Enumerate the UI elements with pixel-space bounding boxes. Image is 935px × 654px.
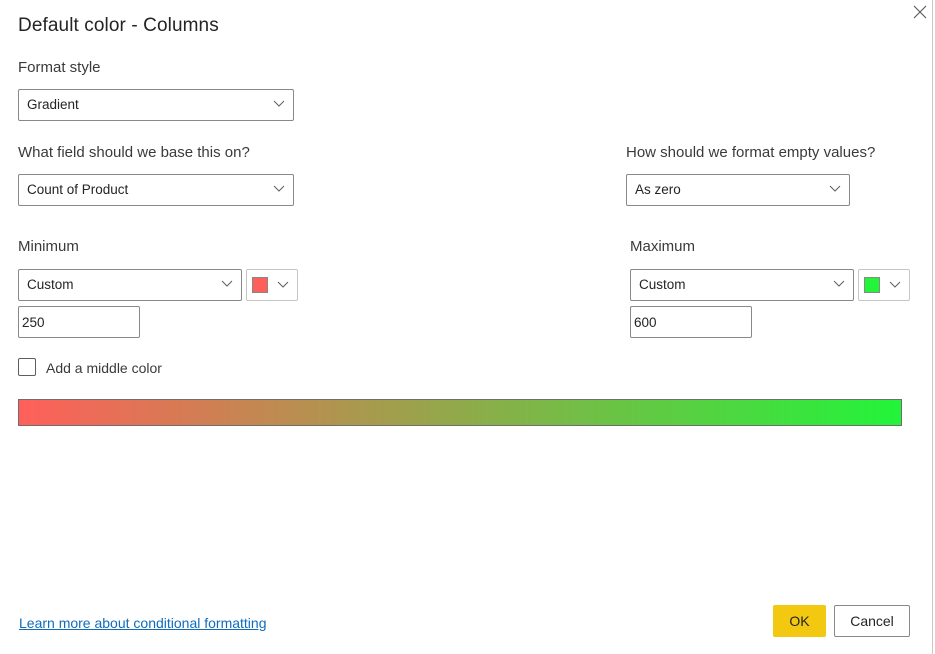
empty-values-dropdown[interactable]: As zero: [626, 174, 850, 206]
learn-more-link[interactable]: Learn more about conditional formatting: [19, 615, 266, 631]
chevron-down-icon: [221, 280, 233, 287]
ok-button[interactable]: OK: [773, 605, 826, 637]
close-button[interactable]: [910, 2, 930, 22]
minimum-color-swatch: [252, 277, 268, 293]
base-field-label: What field should we base this on?: [18, 144, 250, 161]
cancel-button[interactable]: Cancel: [834, 605, 910, 637]
maximum-type-dropdown[interactable]: Custom: [630, 269, 854, 301]
base-field-value: Count of Product: [27, 182, 129, 197]
format-style-dropdown[interactable]: Gradient: [18, 89, 294, 121]
chevron-down-icon: [889, 281, 901, 288]
dialog-right-border: [932, 0, 933, 654]
minimum-label: Minimum: [18, 238, 79, 255]
minimum-value-input[interactable]: [18, 306, 140, 338]
close-icon: [913, 5, 927, 19]
maximum-value-input[interactable]: [630, 306, 752, 338]
empty-values-label: How should we format empty values?: [626, 144, 876, 161]
format-style-value: Gradient: [27, 97, 79, 112]
chevron-down-icon: [829, 185, 841, 192]
minimum-type-value: Custom: [27, 277, 74, 292]
dialog-title: Default color - Columns: [18, 15, 219, 36]
maximum-color-picker[interactable]: [858, 269, 910, 301]
maximum-label: Maximum: [630, 238, 696, 255]
empty-values-value: As zero: [635, 182, 681, 197]
add-middle-color-checkbox[interactable]: [18, 358, 36, 376]
gradient-preview-bar: [18, 399, 902, 426]
maximum-type-value: Custom: [639, 277, 686, 292]
chevron-down-icon: [273, 185, 285, 192]
add-middle-color-label: Add a middle color: [46, 360, 162, 376]
chevron-down-icon: [833, 280, 845, 287]
minimum-type-dropdown[interactable]: Custom: [18, 269, 242, 301]
base-field-dropdown[interactable]: Count of Product: [18, 174, 294, 206]
chevron-down-icon: [273, 100, 285, 107]
minimum-color-picker[interactable]: [246, 269, 298, 301]
chevron-down-icon: [277, 281, 289, 288]
maximum-color-swatch: [864, 277, 880, 293]
format-style-label: Format style: [18, 59, 101, 76]
